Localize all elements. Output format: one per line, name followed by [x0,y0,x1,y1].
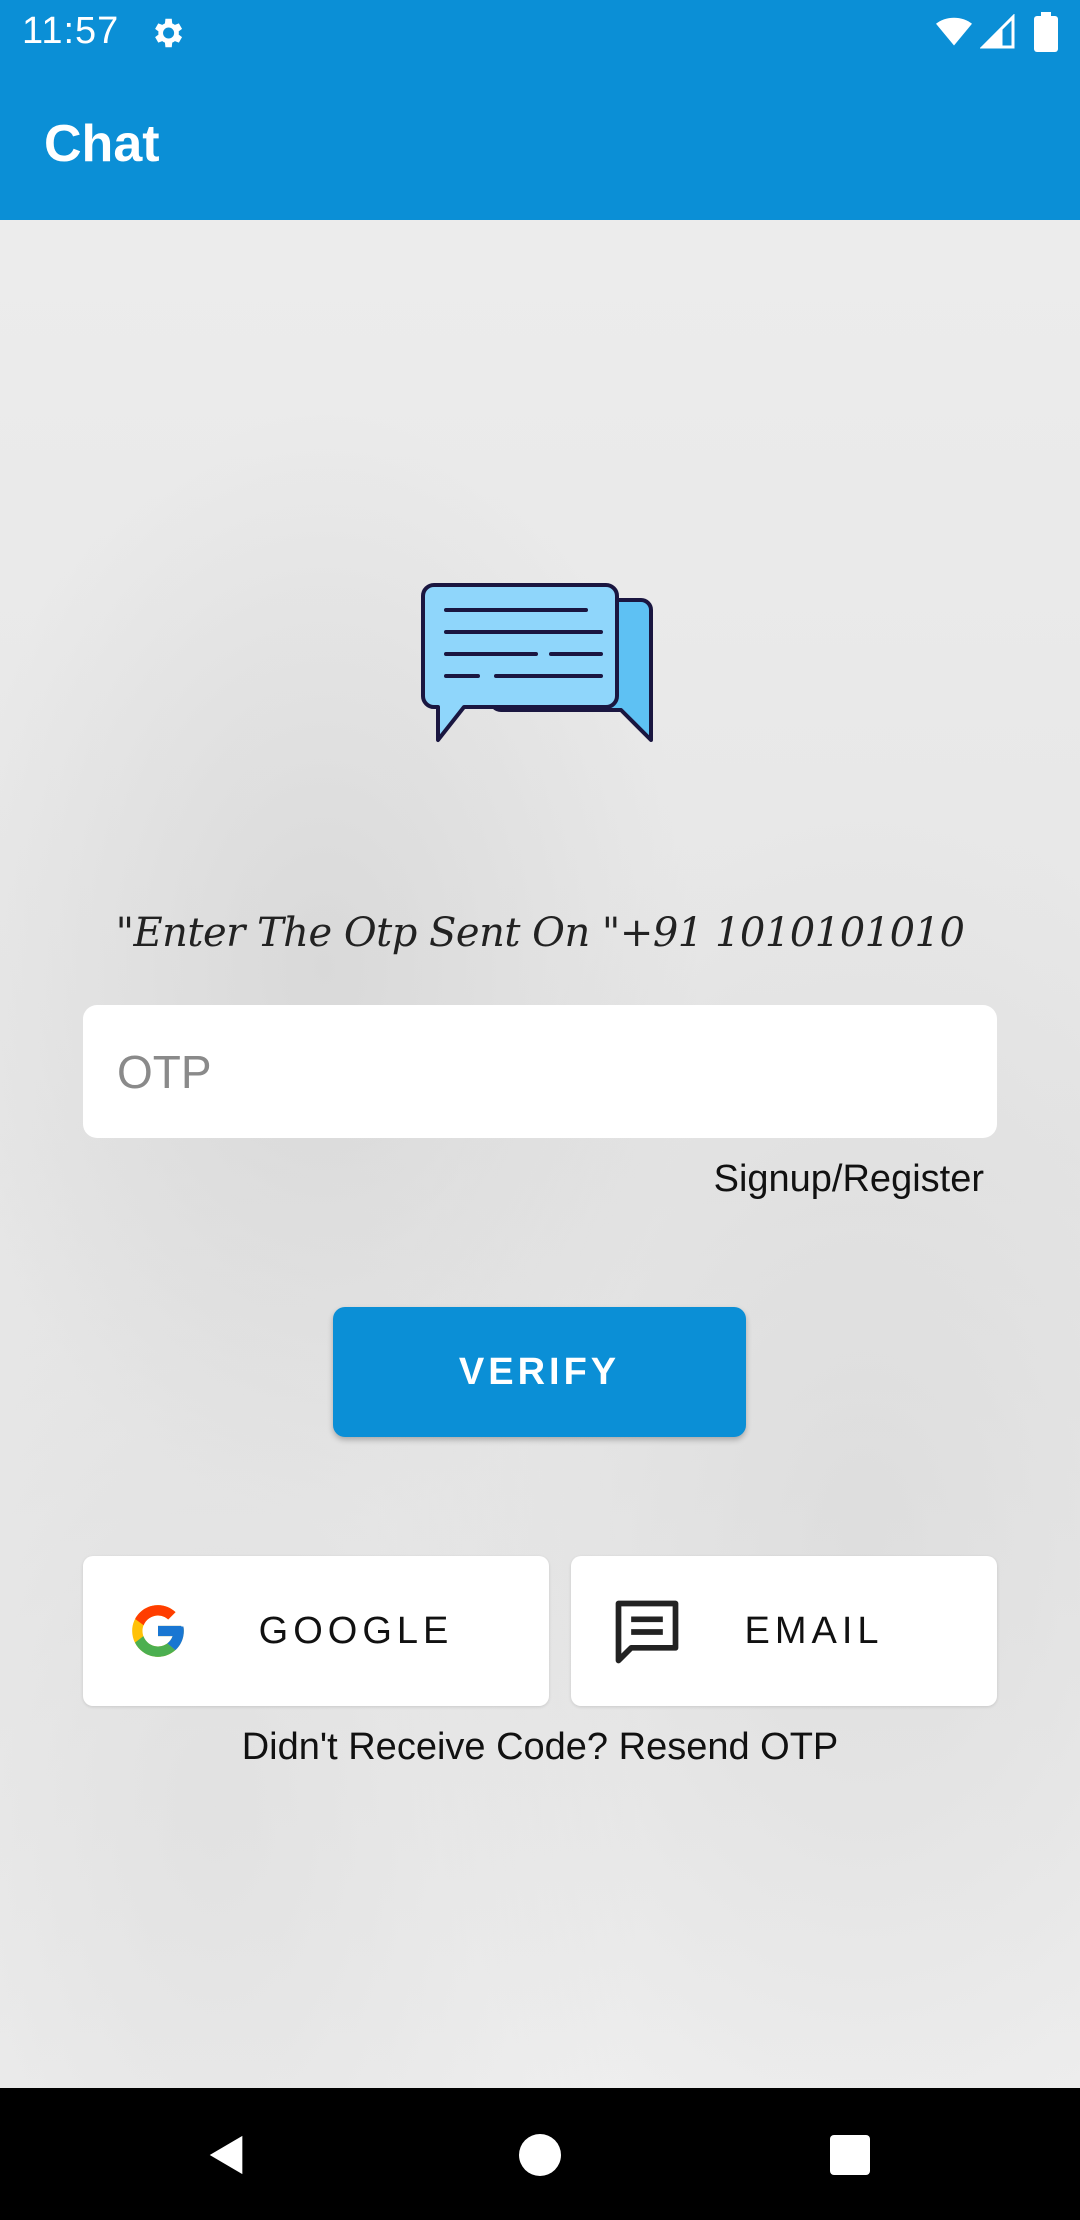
verify-button[interactable]: VERIFY [333,1307,746,1437]
google-button[interactable]: GOOGLE [83,1556,549,1706]
status-bar: 11:57 [0,0,1080,64]
email-button[interactable]: EMAIL [571,1556,997,1706]
resend-otp-link[interactable]: Didn't Receive Code? Resend OTP [0,1726,1080,1769]
signal-icon [980,14,1015,49]
chat-bubbles-icon [421,583,653,742]
status-time: 11:57 [22,10,120,52]
home-icon[interactable] [519,2134,561,2176]
battery-icon [1034,12,1058,52]
email-button-label: EMAIL [744,1609,884,1652]
otp-input[interactable] [83,1005,997,1138]
signup-register-link[interactable]: Signup/Register [680,1158,984,1201]
otp-prompt: "Enter The Otp Sent On "+91 1010101010 [115,910,965,956]
back-icon[interactable] [204,2132,250,2178]
recents-icon[interactable] [830,2135,870,2175]
gear-icon [155,18,183,48]
app-title: Chat [44,115,160,173]
app-bar: Chat [0,64,1080,220]
navigation-bar [0,2088,1080,2220]
login-content: "Enter The Otp Sent On "+91 1010101010 S… [0,220,1080,2088]
wifi-icon [936,17,972,46]
google-button-label: GOOGLE [258,1609,454,1652]
